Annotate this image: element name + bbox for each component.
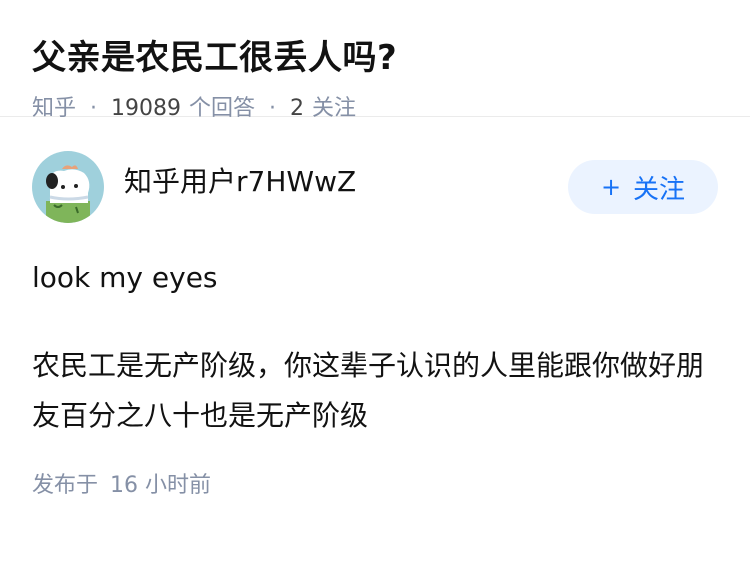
follow-button-label: 关注: [633, 174, 686, 205]
answer-count-label[interactable]: 个回答: [189, 94, 255, 124]
avatar[interactable]: [32, 151, 104, 223]
publish-info: 发布于 16 小时前: [32, 471, 718, 501]
plus-icon: +: [600, 173, 622, 201]
answer-paragraph: look my eyes: [32, 261, 218, 294]
answer-paragraph: 农民工是无产阶级，你这辈子认识的人里能跟你做好朋友百分之八十也是无产阶级: [32, 349, 705, 432]
meta-separator: ·: [90, 96, 98, 121]
meta-separator: ·: [269, 96, 277, 121]
answer-count: 19089: [111, 96, 182, 121]
follower-count: 2: [290, 96, 305, 121]
published-time: 16 小时前: [110, 473, 212, 498]
author-name[interactable]: 知乎用户r7HWwZ: [124, 164, 356, 200]
source-label: 知乎: [32, 96, 77, 121]
answer-page: 父亲是农民工很丢人吗? 知乎 · 19089 个回答 · 2 关注 知乎用户r7…: [0, 0, 750, 566]
answer-card: 知乎用户r7HWwZ + 关注 look my eyes 农民工是无产阶级，你这…: [0, 117, 750, 501]
question-header: 父亲是农民工很丢人吗? 知乎 · 19089 个回答 · 2 关注: [0, 0, 750, 121]
follower-count-label[interactable]: 关注: [312, 94, 356, 124]
published-label: 发布于: [32, 473, 99, 498]
answer-content: look my eyes 农民工是无产阶级，你这辈子认识的人里能跟你做好朋友百分…: [32, 253, 718, 441]
avatar-image: [32, 151, 104, 223]
question-title[interactable]: 父亲是农民工很丢人吗?: [32, 34, 718, 82]
author-row: 知乎用户r7HWwZ + 关注: [32, 149, 718, 225]
follow-button[interactable]: + 关注: [568, 160, 718, 214]
